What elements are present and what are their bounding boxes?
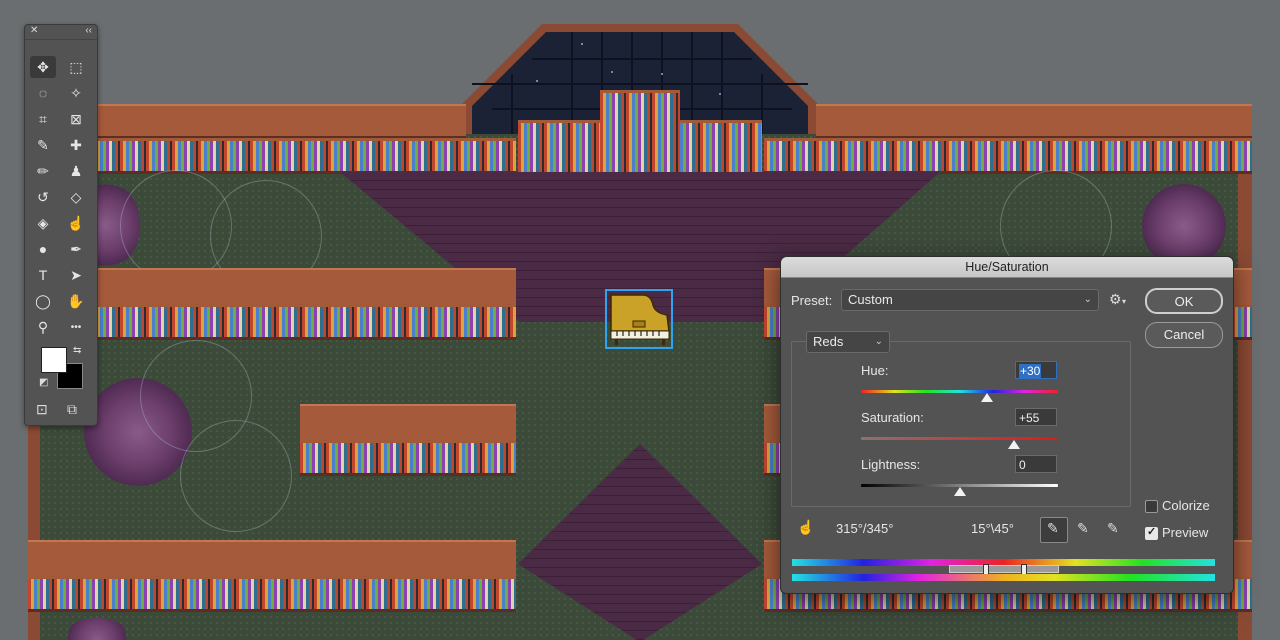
smudge-tool-icon[interactable]: ☝ (63, 212, 89, 234)
back-bookshelf-left (94, 138, 516, 174)
cancel-button[interactable]: Cancel (1145, 322, 1223, 348)
eyedropper-icon: ✎ (1047, 520, 1059, 536)
frame-tool-icon[interactable]: ⊠ (63, 108, 89, 130)
floor-ring (180, 420, 292, 532)
adjustment-group-box (791, 341, 1131, 507)
colorize-checkbox[interactable] (1145, 500, 1158, 513)
preset-value: Custom (848, 292, 893, 307)
lightness-slider-thumb[interactable] (953, 487, 966, 496)
crop-tool-icon[interactable]: ⌗ (30, 108, 56, 130)
quick-mask-icon[interactable]: ⊡ (36, 401, 48, 418)
hue-label: Hue: (861, 363, 889, 378)
default-colors-icon[interactable]: ◩ (39, 377, 48, 388)
healing-tool-icon[interactable]: ✚ (63, 134, 89, 156)
history-brush-tool-icon[interactable]: ↺ (30, 186, 56, 208)
ok-button[interactable]: OK (1145, 288, 1223, 314)
targeted-adjustment-hand-icon[interactable]: ☝ (797, 519, 814, 536)
bookshelf-row (300, 440, 516, 476)
hue-slider-thumb[interactable] (981, 393, 994, 402)
saturation-slider-thumb[interactable] (1007, 440, 1020, 449)
swap-colors-icon[interactable]: ⇆ (73, 345, 81, 356)
eyedropper-subtract-icon[interactable]: ✎ (1107, 520, 1119, 537)
hue-input[interactable]: +30 (1015, 361, 1057, 379)
close-icon[interactable]: ✕ (30, 25, 38, 36)
channel-dropdown[interactable]: Reds ⌄ (806, 331, 890, 353)
preset-options-gear-icon[interactable]: ⚙ (1109, 291, 1122, 308)
move-tool-icon[interactable]: ✥ (30, 56, 56, 78)
back-wall-beam-right (816, 104, 1252, 138)
grand-piano-icon (610, 294, 670, 345)
saturation-label: Saturation: (861, 410, 924, 425)
magic-wand-tool-icon[interactable]: ✧ (63, 82, 89, 104)
small-chevron-down-icon: ▾ (1122, 297, 1127, 306)
tools-panel: ✕ ‹‹ ✥ ⬚ ◌ ✧ ⌗ ⊠ ✎ ✚ ✏ ♟ ↺ ◇ ◈ ☝ ● ✒ T ➤ ◯ ✋ ⚲ ••• ⇆ ◩ ⊡ ⧉ (24, 24, 98, 426)
range-selector[interactable] (949, 565, 1059, 573)
eyedropper-tool-icon[interactable]: ✎ (30, 134, 56, 156)
lightness-label: Lightness: (861, 457, 921, 472)
foreground-color-swatch[interactable] (41, 347, 67, 373)
range-left-degrees: 315°/345° (836, 521, 894, 536)
back-wall-beam (94, 104, 466, 138)
chevron-down-icon: ⌄ (874, 336, 883, 347)
tools-panel-header[interactable]: ✕ ‹‹ (25, 25, 97, 40)
center-tall-bookshelf (600, 90, 680, 176)
marquee-tool-icon[interactable]: ⬚ (63, 56, 89, 78)
collapse-icon[interactable]: ‹‹ (85, 25, 92, 36)
shape-tool-icon[interactable]: ◯ (30, 290, 56, 312)
saturation-input[interactable]: +55 (1015, 408, 1057, 426)
colorize-label: Colorize (1162, 498, 1210, 513)
paint-bucket-tool-icon[interactable]: ◈ (30, 212, 56, 234)
preset-label: Preset: (791, 293, 833, 308)
channel-value: Reds (813, 334, 844, 349)
eyedropper-add-icon[interactable]: ✎ (1077, 520, 1089, 537)
saturation-slider-track[interactable] (861, 437, 1058, 440)
zoom-tool-icon[interactable]: ⚲ (30, 316, 56, 338)
lasso-tool-icon[interactable]: ◌ (30, 82, 56, 104)
preview-checkbox[interactable] (1145, 525, 1158, 540)
shelf-row-top (94, 268, 516, 306)
hand-tool-icon[interactable]: ✋ (63, 290, 89, 312)
output-color-bar (792, 574, 1215, 581)
dialog-title[interactable]: Hue/Saturation (781, 257, 1233, 278)
type-tool-icon[interactable]: T (30, 264, 56, 286)
piano-selection[interactable] (605, 289, 673, 349)
hue-slider-track[interactable] (861, 390, 1058, 393)
shelf-row-bottom (28, 540, 516, 578)
lightness-input[interactable]: 0 (1015, 455, 1057, 473)
back-bookshelf-right (764, 138, 1252, 174)
screen-mode-icon[interactable]: ⧉ (67, 401, 77, 418)
more-tools-tool-icon[interactable]: ••• (63, 316, 89, 338)
path-select-tool-icon[interactable]: ➤ (63, 264, 89, 286)
shelf-row-mid (300, 404, 516, 442)
bookshelf-row (28, 576, 516, 612)
brush-tool-icon[interactable]: ✏ (30, 160, 56, 182)
stamp-tool-icon[interactable]: ♟ (63, 160, 89, 182)
preview-label: Preview (1162, 525, 1209, 540)
dodge-tool-icon[interactable]: ● (30, 238, 56, 260)
preset-dropdown[interactable]: Custom ⌄ (841, 289, 1099, 311)
eraser-tool-icon[interactable]: ◇ (63, 186, 89, 208)
pen-tool-icon[interactable]: ✒ (63, 238, 89, 260)
range-right-degrees: 15°\45° (971, 521, 1014, 536)
chevron-down-icon: ⌄ (1083, 294, 1092, 305)
hue-saturation-dialog: Hue/Saturation Preset: Custom ⌄ ⚙ ▾ OK C… (780, 256, 1234, 594)
bookshelf-row (94, 304, 516, 340)
hue-value: +30 (1019, 364, 1042, 378)
